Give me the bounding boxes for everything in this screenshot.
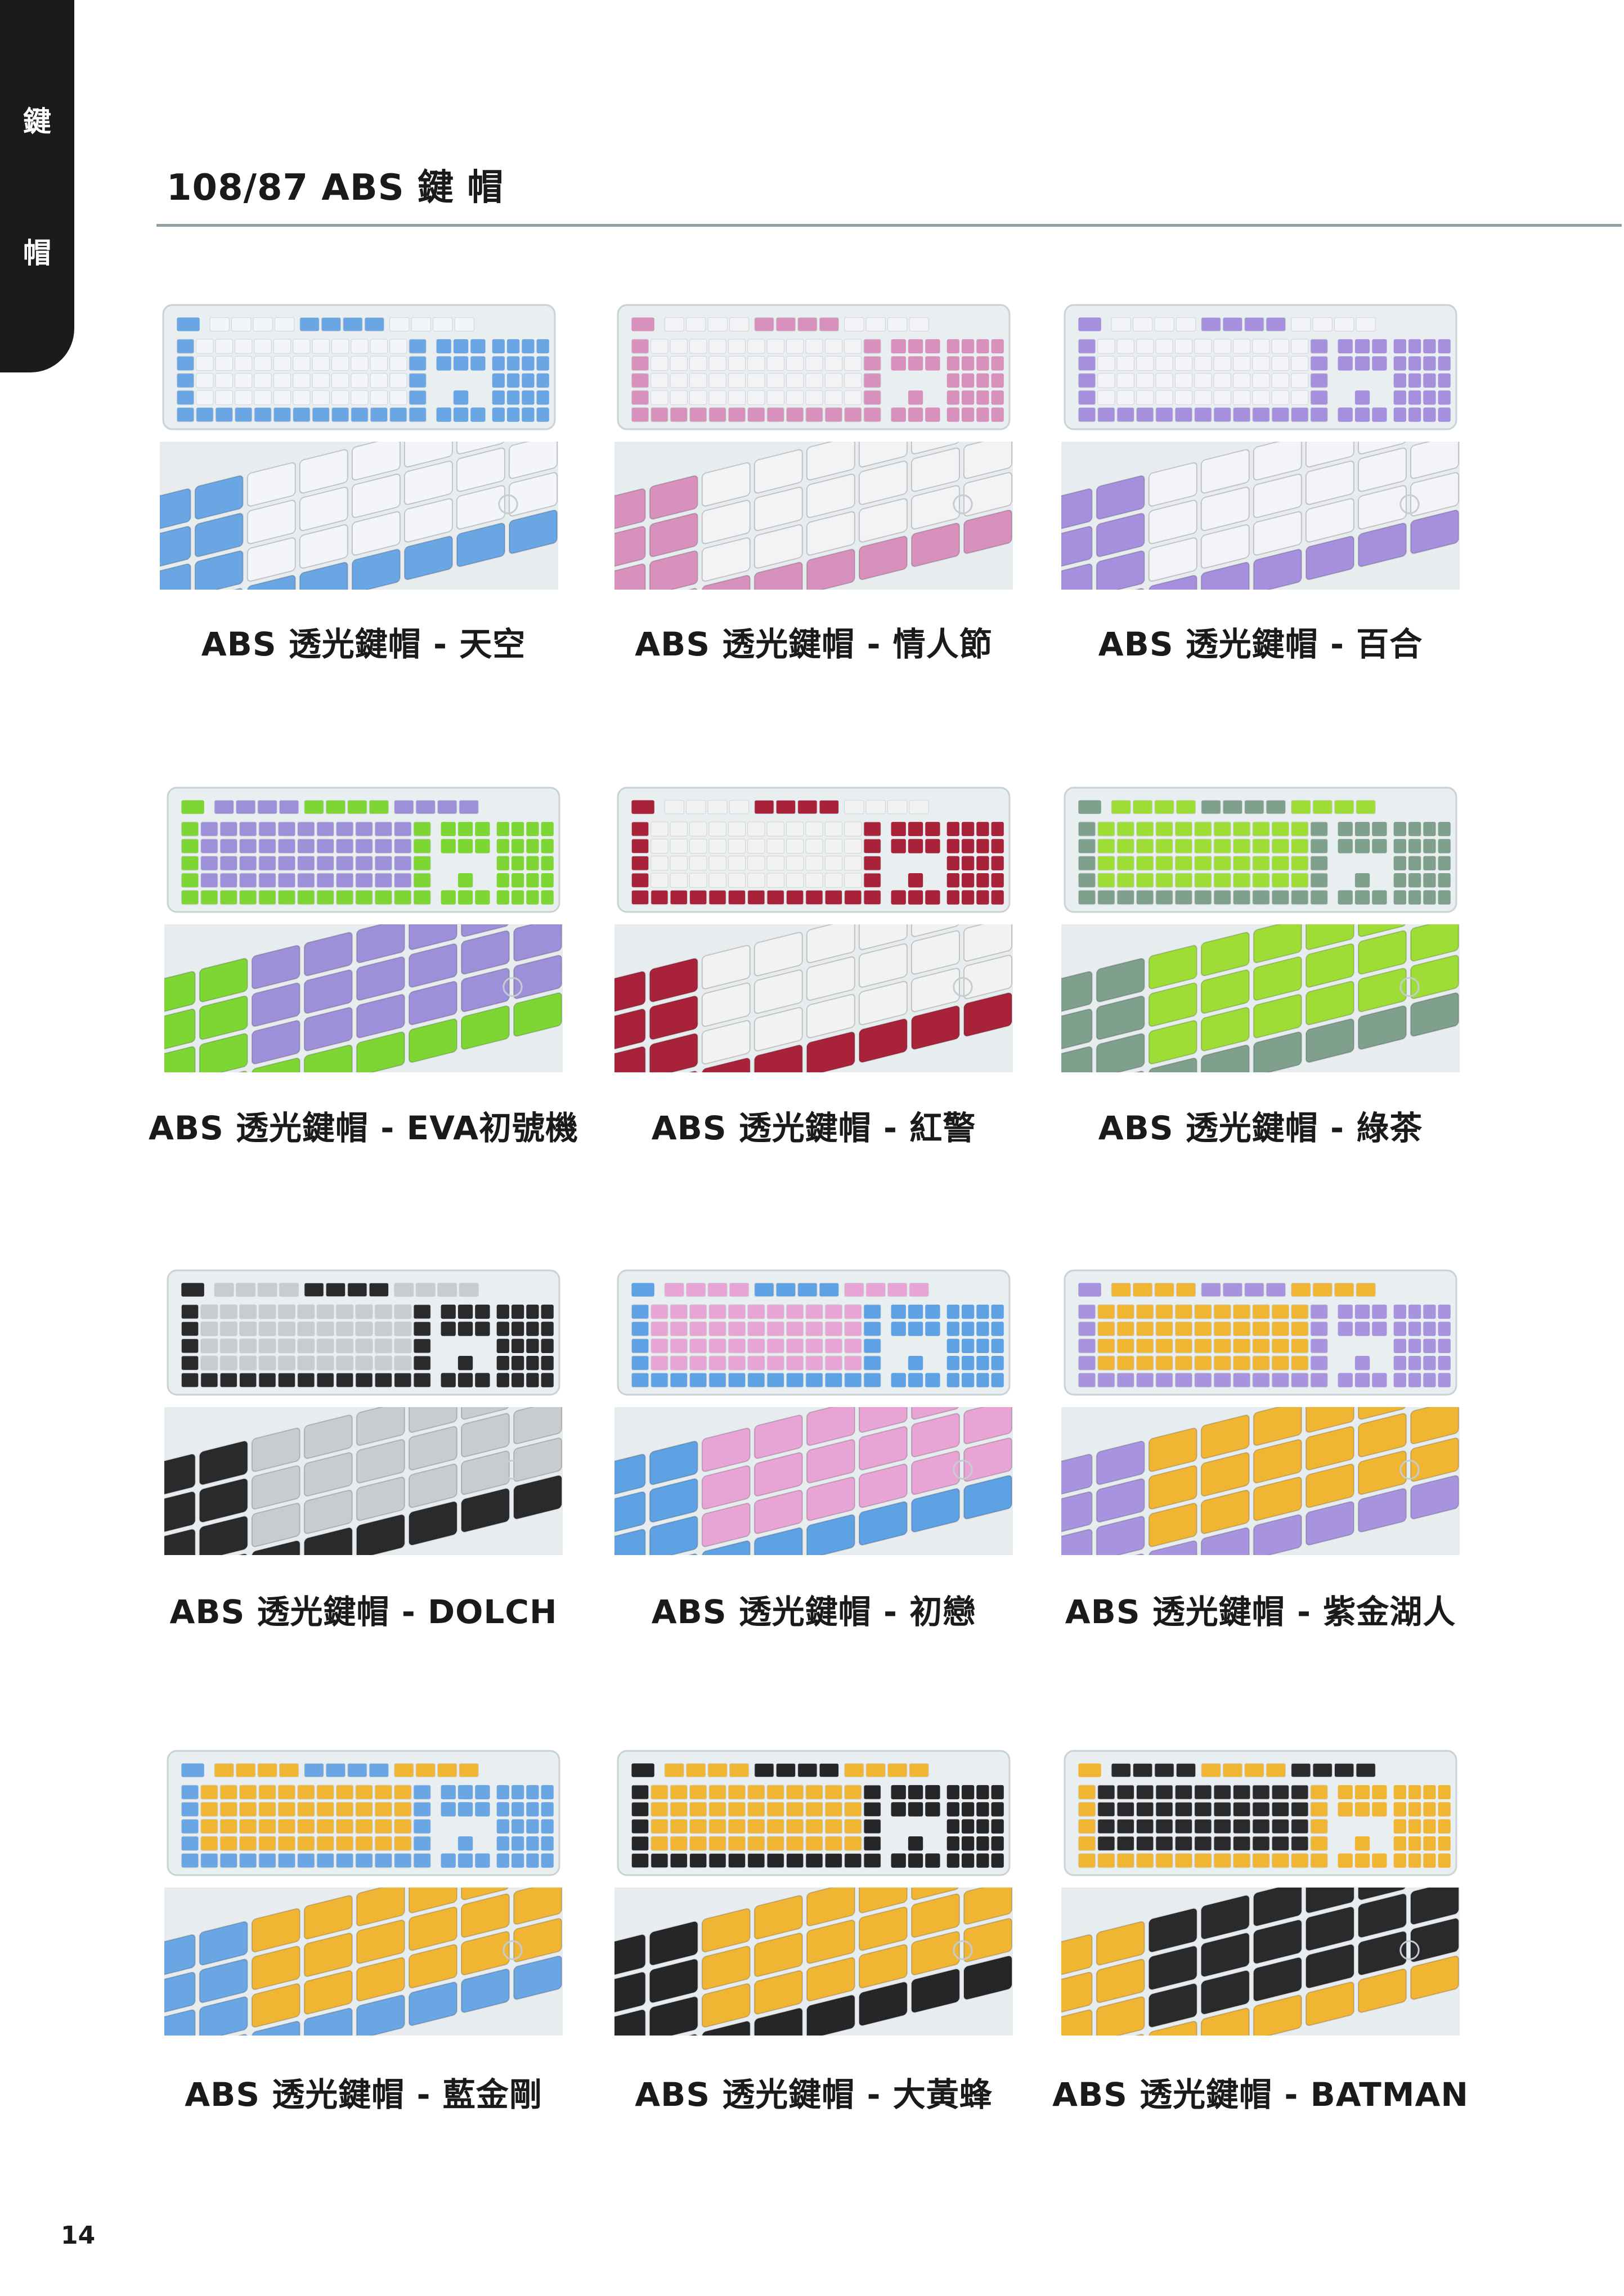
keycap-closeup-photo	[614, 924, 1013, 1072]
product-caption: ABS 透光鍵帽 - 紫金湖人	[1065, 1593, 1456, 1631]
keyboard-photo	[160, 302, 558, 433]
product-caption: ABS 透光鍵帽 - BATMAN	[1052, 2075, 1469, 2114]
product-card	[614, 1267, 1013, 1560]
page-number: 14	[61, 2221, 96, 2250]
product-caption: ABS 透光鍵帽 - 初戀	[651, 1593, 976, 1631]
product-card	[1061, 1747, 1460, 2040]
keyboard-photo	[614, 1267, 1013, 1398]
keyboard-photo	[164, 1747, 563, 1879]
product-caption: ABS 透光鍵帽 - 綠茶	[1098, 1109, 1423, 1147]
section-side-tab: 鍵 帽	[0, 0, 74, 372]
keyboard-photo	[164, 1267, 563, 1398]
product-card	[1061, 302, 1460, 594]
product-card	[614, 784, 1013, 1077]
keycap-closeup-photo	[1061, 1888, 1460, 2036]
product-card	[614, 302, 1013, 594]
product-card	[160, 302, 558, 594]
page-title: 108/87 ABS 鍵 帽	[167, 167, 504, 209]
side-tab-char-2: 帽	[23, 237, 51, 269]
title-divider	[156, 224, 1622, 227]
keycap-closeup-photo	[1061, 924, 1460, 1072]
keyboard-photo	[1061, 1747, 1460, 1879]
product-caption: ABS 透光鍵帽 - DOLCH	[169, 1593, 558, 1631]
product-caption: ABS 透光鍵帽 - 百合	[1098, 625, 1423, 663]
keycap-closeup-photo	[614, 1888, 1013, 2036]
keycap-closeup-photo	[614, 1407, 1013, 1555]
product-card	[164, 784, 563, 1077]
product-caption: ABS 透光鍵帽 - 藍金剛	[185, 2075, 542, 2114]
product-caption: ABS 透光鍵帽 - 天空	[201, 625, 526, 663]
keycap-closeup-photo	[164, 1407, 563, 1555]
product-card	[1061, 784, 1460, 1077]
keycap-closeup-photo	[1061, 1407, 1460, 1555]
keycap-closeup-photo	[614, 442, 1013, 590]
product-card	[1061, 1267, 1460, 1560]
keyboard-photo	[614, 302, 1013, 433]
side-tab-char-1: 鍵	[23, 105, 51, 138]
product-card	[164, 1267, 563, 1560]
keyboard-photo	[1061, 1267, 1460, 1398]
keyboard-photo	[1061, 784, 1460, 915]
keyboard-photo	[614, 1747, 1013, 1879]
keyboard-photo	[164, 784, 563, 915]
product-caption: ABS 透光鍵帽 - 大黃蜂	[635, 2075, 993, 2114]
product-caption: ABS 透光鍵帽 - 紅警	[651, 1109, 976, 1147]
keycap-closeup-photo	[164, 1888, 563, 2036]
product-card	[164, 1747, 563, 2040]
product-caption: ABS 透光鍵帽 - 情人節	[635, 625, 993, 663]
keyboard-photo	[1061, 302, 1460, 433]
keycap-closeup-photo	[1061, 442, 1460, 590]
keycap-closeup-photo	[164, 924, 563, 1072]
keyboard-photo	[614, 784, 1013, 915]
keycap-closeup-photo	[160, 442, 558, 590]
product-caption: ABS 透光鍵帽 - EVA初號機	[149, 1109, 578, 1147]
product-card	[614, 1747, 1013, 2040]
